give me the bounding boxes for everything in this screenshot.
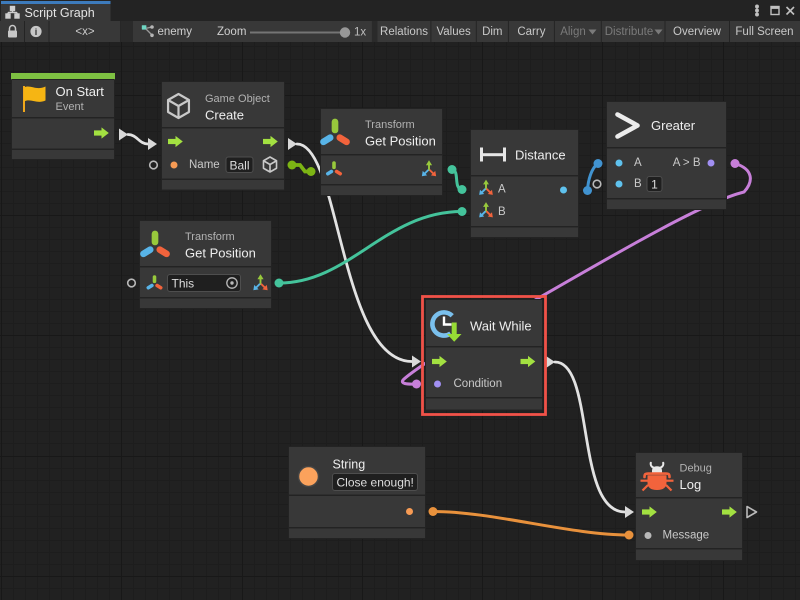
svg-text:Event: Event: [56, 101, 84, 113]
svg-text:Game Object: Game Object: [205, 93, 270, 105]
svg-text:Wait While: Wait While: [470, 319, 532, 334]
svg-text:Distribute: Distribute: [605, 26, 654, 38]
svg-text:Carry: Carry: [517, 26, 545, 38]
svg-text:A: A: [498, 184, 506, 196]
svg-text:Get Position: Get Position: [365, 133, 436, 148]
svg-text:Values: Values: [436, 26, 471, 38]
svg-text:Condition: Condition: [454, 378, 503, 390]
svg-text:On Start: On Start: [56, 84, 105, 99]
svg-text:Create: Create: [205, 107, 244, 122]
svg-text:A > B: A > B: [673, 157, 701, 169]
svg-text:B: B: [498, 206, 506, 218]
svg-text:Log: Log: [680, 477, 702, 492]
svg-text:1x: 1x: [354, 26, 366, 38]
svg-text:Name: Name: [189, 159, 220, 171]
svg-text:Full Screen: Full Screen: [735, 26, 793, 38]
svg-text:1: 1: [651, 178, 658, 192]
svg-text:This: This: [172, 277, 195, 291]
svg-text:Transform: Transform: [365, 119, 415, 131]
svg-text:Script Graph: Script Graph: [25, 6, 95, 20]
svg-text:Greater: Greater: [651, 118, 696, 133]
svg-text:Transform: Transform: [185, 231, 235, 243]
svg-text:Zoom: Zoom: [217, 26, 246, 38]
svg-text:<x>: <x>: [75, 26, 94, 38]
svg-text:Get Position: Get Position: [185, 246, 256, 261]
svg-text:String: String: [333, 457, 366, 471]
svg-text:Debug: Debug: [680, 463, 712, 475]
svg-text:Align: Align: [560, 26, 586, 38]
svg-text:A: A: [634, 157, 642, 169]
svg-text:B: B: [634, 178, 642, 190]
svg-text:Relations: Relations: [380, 26, 428, 38]
svg-text:Message: Message: [663, 530, 710, 542]
svg-text:Dim: Dim: [482, 26, 502, 38]
svg-text:Close enough!: Close enough!: [337, 476, 414, 490]
svg-text:Overview: Overview: [673, 26, 722, 38]
svg-text:i: i: [35, 27, 38, 37]
svg-text:enemy: enemy: [158, 26, 193, 38]
svg-text:Ball: Ball: [229, 158, 249, 172]
svg-text:Distance: Distance: [515, 147, 566, 162]
